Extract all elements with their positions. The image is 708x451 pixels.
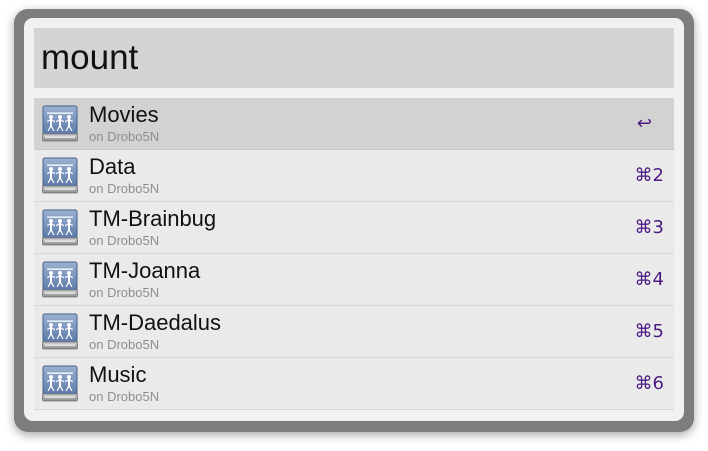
result-title: TM-Brainbug — [89, 206, 217, 231]
result-row[interactable]: Movies on Drobo5N ↩ — [34, 98, 674, 150]
result-row[interactable]: Music on Drobo5N ⌘6 — [34, 358, 674, 410]
network-drive-icon — [42, 157, 78, 195]
result-row[interactable]: TM-Joanna on Drobo5N ⌘4 — [34, 254, 674, 306]
network-drive-icon — [42, 209, 78, 247]
result-subtitle: on Drobo5N — [89, 233, 160, 248]
result-subtitle: on Drobo5N — [89, 389, 160, 404]
result-row[interactable]: TM-Brainbug on Drobo5N ⌘3 — [34, 202, 674, 254]
result-title: TM-Joanna — [89, 258, 201, 283]
result-subtitle: on Drobo5N — [89, 129, 160, 144]
result-row[interactable]: Data on Drobo5N ⌘2 — [34, 150, 674, 202]
result-title: Music — [89, 362, 147, 387]
launcher-panel: mount Movies on Drobo5N ↩ Data on Drobo5… — [24, 18, 684, 421]
result-title: TM-Daedalus — [89, 310, 222, 335]
network-drive-icon — [42, 105, 78, 143]
result-list: Movies on Drobo5N ↩ Data on Drobo5N ⌘2 T… — [34, 98, 674, 410]
result-row[interactable]: TM-Daedalus on Drobo5N ⌘5 — [34, 306, 674, 358]
result-shortcut: ⌘6 — [634, 373, 664, 394]
return-key-icon: ↩ — [636, 113, 652, 134]
result-shortcut: ⌘2 — [634, 165, 664, 186]
network-drive-icon — [42, 313, 78, 351]
result-title: Movies — [89, 102, 159, 127]
network-drive-icon — [42, 261, 78, 299]
search-query-field[interactable]: mount — [34, 28, 674, 88]
result-subtitle: on Drobo5N — [89, 181, 160, 196]
result-shortcut: ⌘3 — [634, 217, 664, 238]
result-shortcut: ⌘5 — [634, 321, 664, 342]
result-shortcut: ⌘4 — [634, 269, 664, 290]
network-drive-icon — [42, 365, 78, 403]
result-title: Data — [89, 154, 136, 179]
result-subtitle: on Drobo5N — [89, 285, 160, 300]
result-subtitle: on Drobo5N — [89, 337, 160, 352]
